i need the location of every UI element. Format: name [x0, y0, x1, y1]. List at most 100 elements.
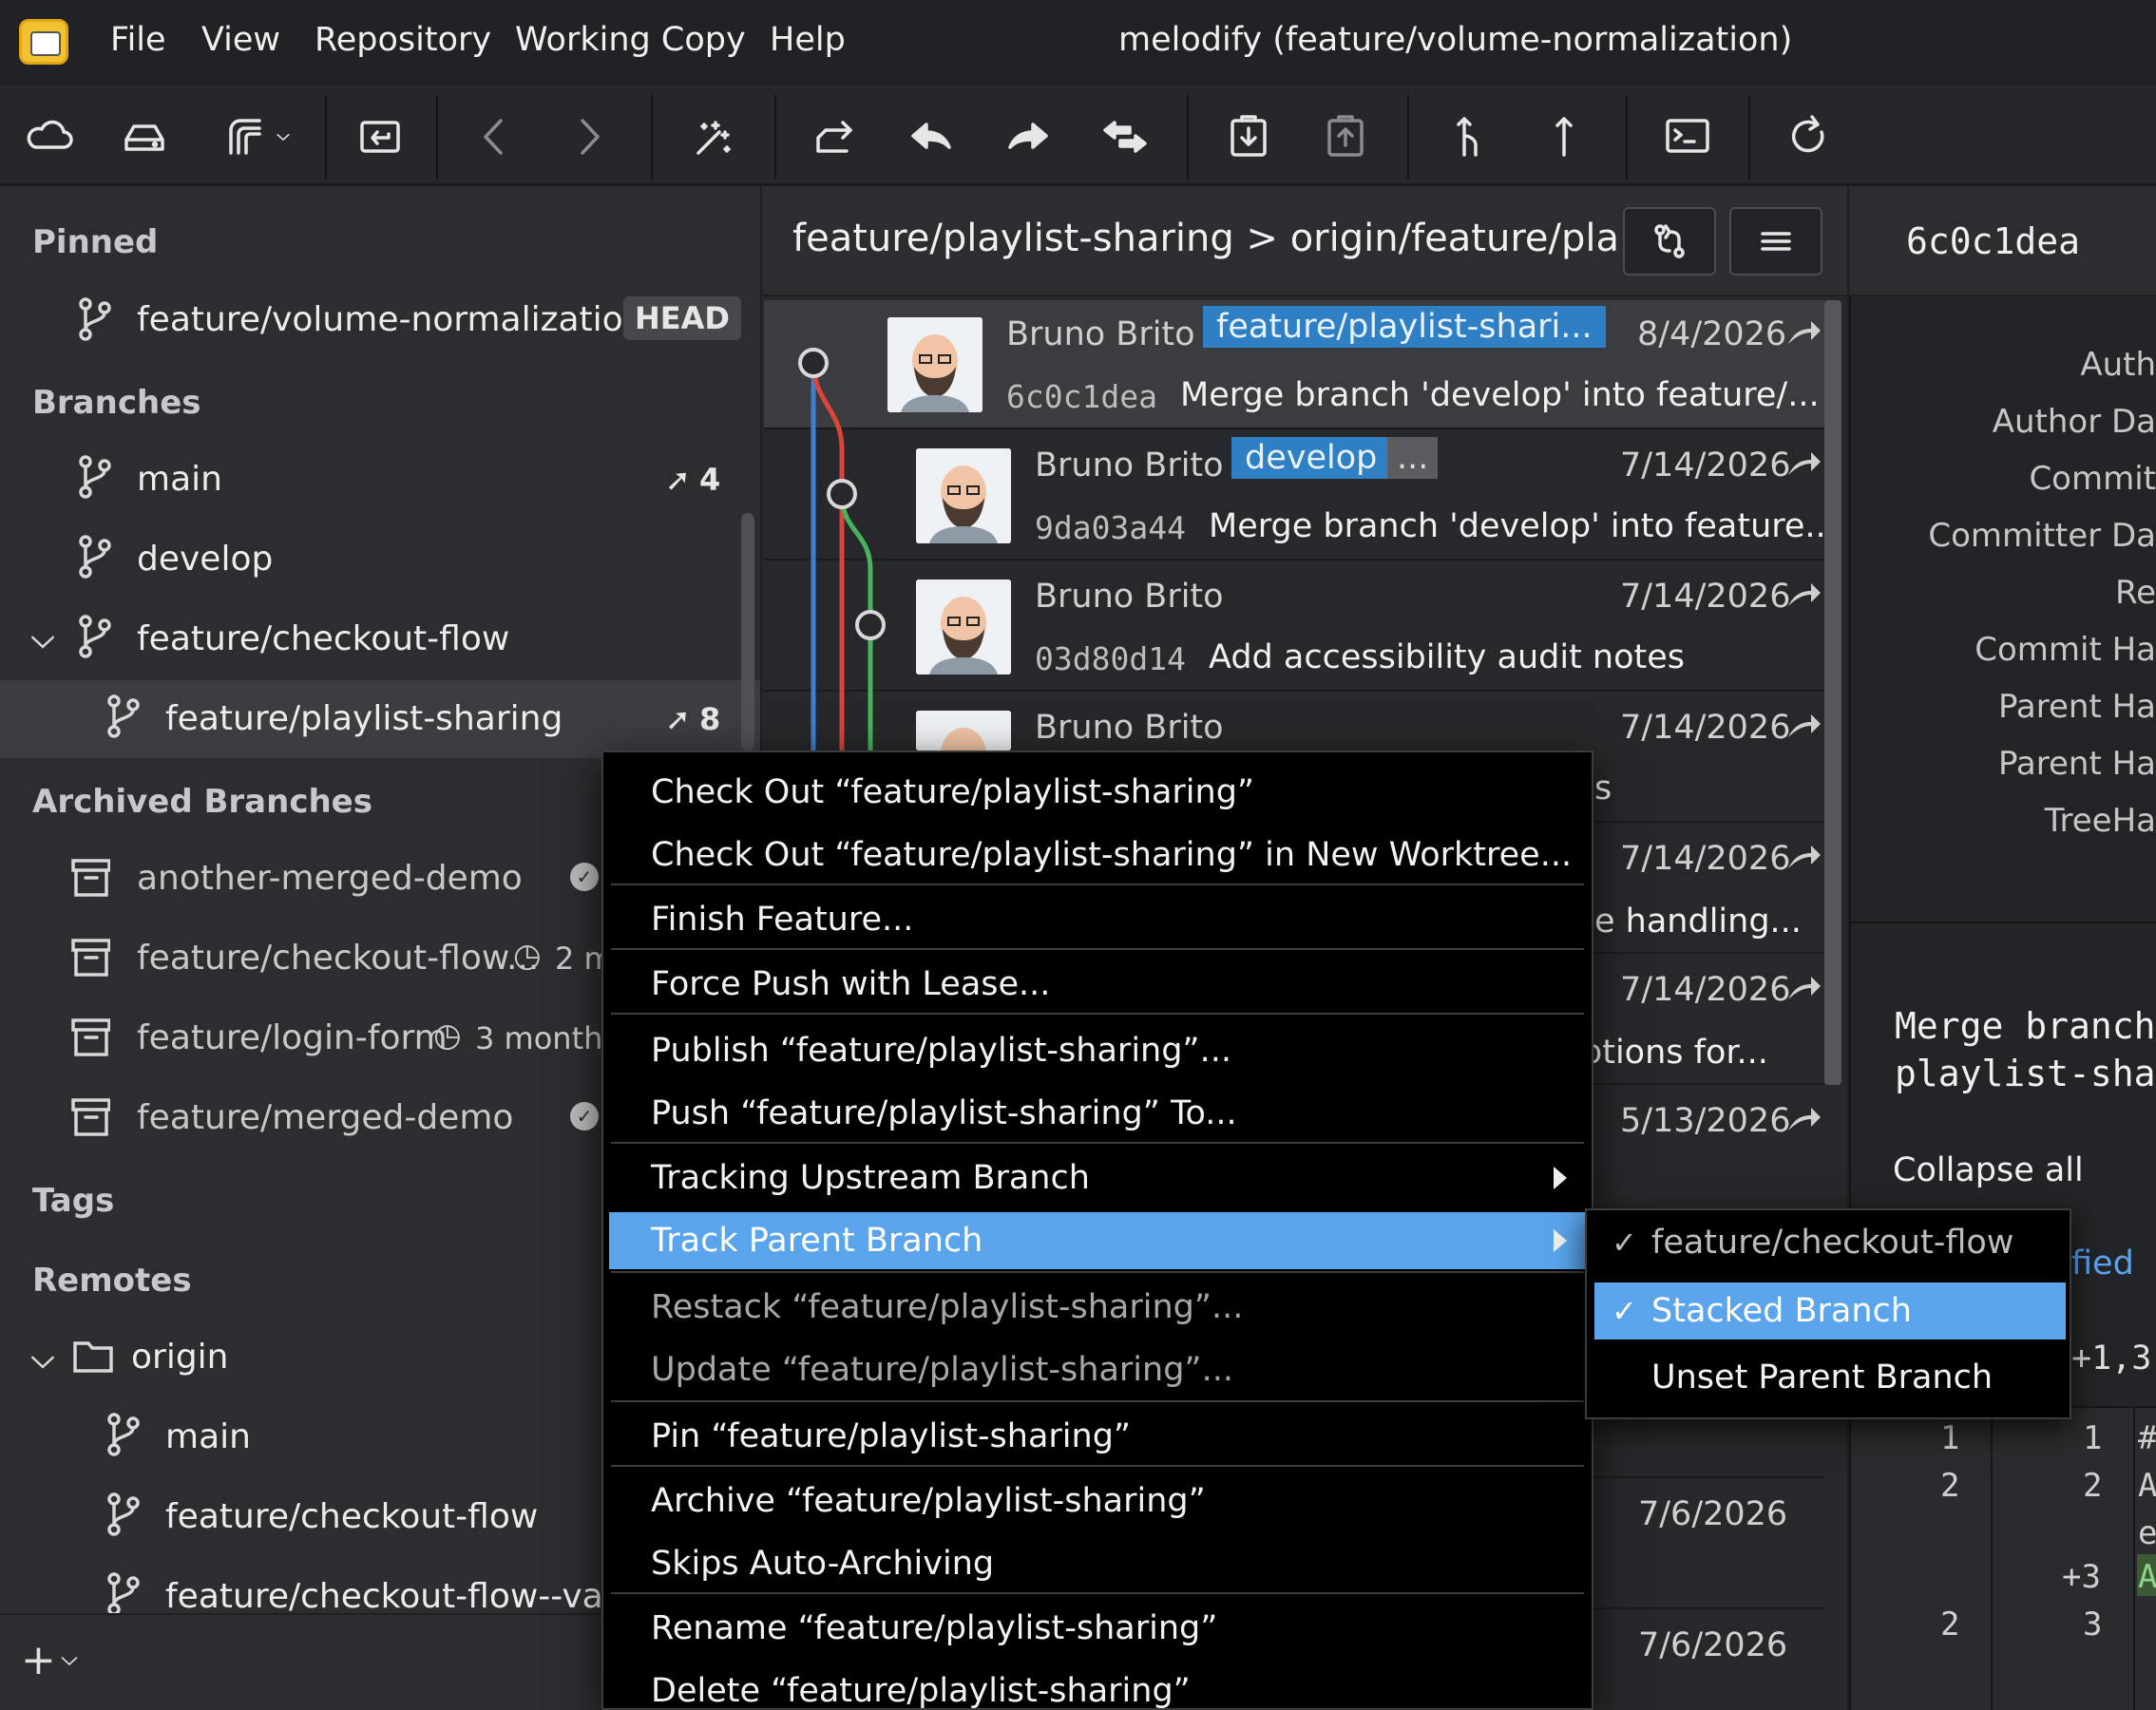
menu-separator	[611, 1400, 1584, 1402]
menu-help[interactable]: Help	[770, 21, 846, 59]
sidebar-item-label: feature/playlist-sharing	[165, 699, 563, 738]
pull-icon[interactable]	[1439, 106, 1499, 167]
submenu-item-label: Stacked Branch	[1651, 1292, 1912, 1330]
detail-label: Re	[2114, 574, 2156, 612]
back-icon[interactable]	[464, 106, 525, 167]
outgoing-arrow-icon	[1784, 711, 1822, 745]
commit-author: Bruno Brito	[1006, 315, 1195, 353]
archive-icon	[70, 1015, 111, 1064]
menu-item-archive[interactable]: Archive “feature/playlist-sharing”	[609, 1472, 1586, 1530]
context-menu: Check Out “feature/playlist-sharing” Che…	[601, 750, 1593, 1710]
menu-item-label: Track Parent Branch	[651, 1222, 983, 1260]
compare-button[interactable]	[1623, 207, 1716, 276]
commit-date: 7/14/2026	[1620, 578, 1791, 616]
diff-view	[1851, 1406, 2156, 1710]
archived-age: 3 months	[475, 1020, 620, 1056]
commit-date: 7/14/2026	[1620, 446, 1791, 484]
sidebar-scrollbar[interactable]	[741, 513, 754, 750]
cloud-icon[interactable]	[19, 106, 80, 167]
ahead-count: 4	[699, 462, 721, 498]
avatar	[916, 580, 1011, 674]
submenu-item-stacked-branch[interactable]: ✓ Stacked Branch	[1594, 1282, 2066, 1340]
push-icon[interactable]	[1534, 106, 1594, 167]
submenu-item-unset-parent[interactable]: Unset Parent Branch	[1594, 1349, 2066, 1406]
menu-item-skip-auto-archiving[interactable]: Skips Auto-Archiving	[609, 1535, 1586, 1592]
checkout-icon[interactable]	[350, 106, 410, 167]
menu-separator	[611, 1142, 1584, 1144]
menu-item-check-out[interactable]: Check Out “feature/playlist-sharing”	[609, 764, 1586, 821]
sidebar-archived-item[interactable]: feature/login-form	[137, 1018, 448, 1057]
toolbar-separator	[1187, 95, 1189, 179]
archive-icon	[70, 935, 111, 984]
divider	[1849, 922, 2156, 923]
outgoing-arrow-icon	[1784, 317, 1822, 352]
menu-item-tracking-upstream[interactable]: Tracking Upstream Branch	[609, 1150, 1586, 1206]
sidebar-remote-branch[interactable]: feature/checkout-flow--valid	[165, 1577, 644, 1616]
clock-icon: ◷	[513, 937, 542, 975]
commit-hash: 9da03a44	[1035, 509, 1186, 546]
menu-item-publish[interactable]: Publish “feature/playlist-sharing”...	[609, 1022, 1586, 1079]
menu-item-restack[interactable]: Restack “feature/playlist-sharing”...	[609, 1279, 1586, 1336]
menu-item-update[interactable]: Update “feature/playlist-sharing”...	[609, 1341, 1586, 1398]
sidebar-item-develop[interactable]	[0, 522, 760, 600]
commit-date: 8/4/2026	[1637, 315, 1787, 353]
menu-item-force-push[interactable]: Force Push with Lease...	[609, 956, 1586, 1013]
share-icon[interactable]	[804, 106, 865, 167]
terminal-icon[interactable]	[1657, 106, 1718, 167]
chevron-down-icon[interactable]	[29, 1341, 57, 1391]
menu-button[interactable]	[1729, 207, 1822, 276]
chevron-down-icon[interactable]	[29, 621, 57, 671]
branch-tag[interactable]: feature/playlist-shari...	[1203, 306, 1606, 348]
commit-hash: 6c0c1dea	[1006, 378, 1157, 415]
menu-item-push-to[interactable]: Push “feature/playlist-sharing” To...	[609, 1085, 1586, 1142]
menu-item-finish-feature[interactable]: Finish Feature...	[609, 891, 1586, 948]
branch-tag[interactable]: develop	[1231, 437, 1391, 479]
avatar	[916, 711, 1011, 750]
outgoing-arrow-icon	[1784, 842, 1822, 876]
sync-icon[interactable]	[1095, 106, 1155, 167]
chevron-down-icon[interactable]	[59, 1651, 80, 1678]
more-tags[interactable]: ...	[1387, 437, 1439, 479]
commit-author: Bruno Brito	[1035, 578, 1224, 616]
branch-icon	[103, 694, 143, 743]
redo-icon[interactable]	[998, 106, 1059, 167]
menu-file[interactable]: File	[110, 21, 166, 59]
graph-node	[798, 348, 829, 378]
submenu-item-checkout-flow[interactable]: ✓ feature/checkout-flow	[1594, 1214, 2066, 1271]
collapse-all-button[interactable]: Collapse all	[1893, 1151, 2084, 1189]
refresh-icon[interactable]	[1779, 106, 1840, 167]
sidebar-item-main[interactable]	[0, 443, 760, 521]
magic-wand-icon[interactable]	[682, 106, 743, 167]
sidebar-archived-item[interactable]: feature/merged-demo	[137, 1098, 513, 1137]
app-logo-icon[interactable]	[19, 19, 68, 65]
sidebar-remote-branch[interactable]: main	[165, 1417, 251, 1456]
graph-node	[855, 610, 886, 640]
checkmark-icon: ✓	[1612, 1225, 1637, 1261]
sidebar-archived-item[interactable]: another-merged-demo	[137, 859, 523, 898]
sidebar-item-origin[interactable]: origin	[131, 1338, 229, 1377]
commit-list-scrollbar[interactable]	[1824, 300, 1841, 1085]
modified-label: fied	[2071, 1244, 2134, 1282]
menu-item-delete[interactable]: Delete “feature/playlist-sharing”	[609, 1662, 1586, 1710]
diff-divider	[2133, 1406, 2135, 1710]
menu-item-pin[interactable]: Pin “feature/playlist-sharing”	[609, 1408, 1586, 1465]
add-button[interactable]: +	[21, 1636, 56, 1684]
menu-item-check-out-worktree[interactable]: Check Out “feature/playlist-sharing” in …	[609, 826, 1586, 884]
drive-icon[interactable]	[114, 106, 175, 167]
menu-separator	[611, 1013, 1584, 1015]
commit-full-message: Merge branch playlist-sha	[1895, 1005, 2156, 1094]
stash-icon[interactable]	[1218, 106, 1279, 167]
menu-repository[interactable]: Repository	[315, 21, 491, 59]
menu-view[interactable]: View	[201, 21, 280, 59]
sidebar-remote-branch[interactable]: feature/checkout-flow	[165, 1497, 538, 1536]
unstash-icon[interactable]	[1315, 106, 1376, 167]
menu-item-track-parent[interactable]: Track Parent Branch	[609, 1212, 1586, 1269]
undo-icon[interactable]	[901, 106, 962, 167]
merged-check-icon: ✓	[570, 863, 599, 891]
sidebar-archived-item[interactable]: feature/checkout-flow...	[137, 939, 539, 978]
submenu-arrow-icon	[1554, 1229, 1567, 1252]
dropdown-icon[interactable]	[264, 106, 302, 167]
forward-icon[interactable]	[559, 106, 620, 167]
menu-item-rename[interactable]: Rename “feature/playlist-sharing”	[609, 1600, 1586, 1657]
menu-working-copy[interactable]: Working Copy	[515, 21, 746, 59]
